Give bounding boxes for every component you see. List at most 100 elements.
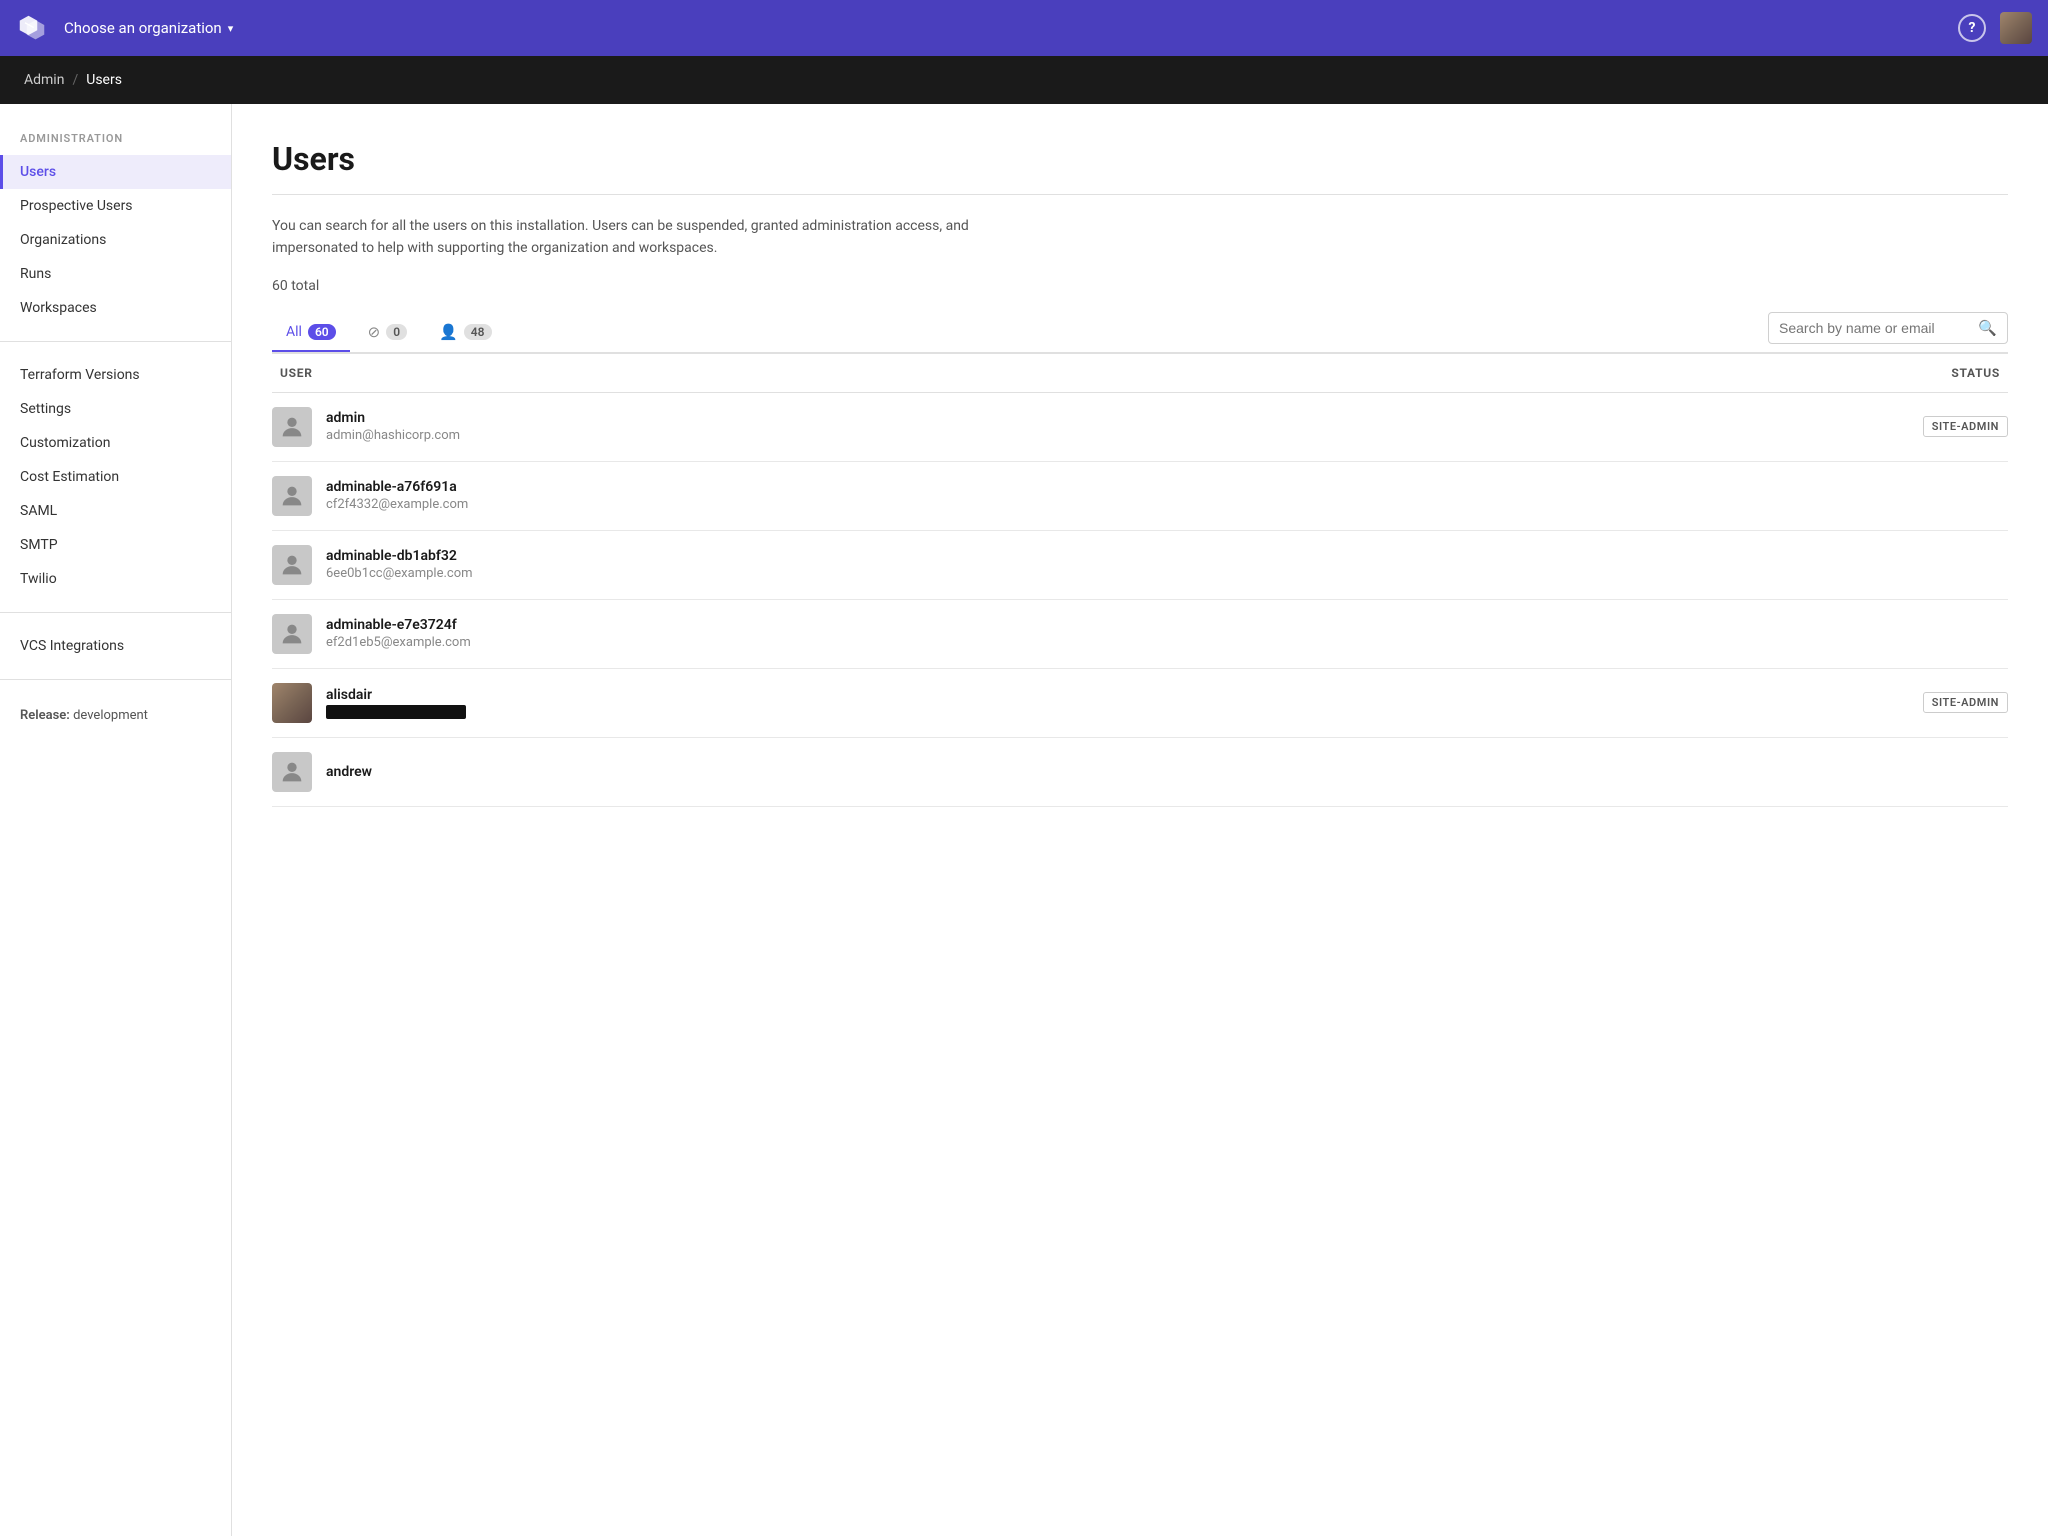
user-avatar bbox=[272, 752, 312, 792]
default-avatar-icon bbox=[278, 413, 306, 441]
total-count: 60 total bbox=[272, 278, 2008, 294]
avatar-image bbox=[2000, 12, 2032, 44]
sidebar-divider-1 bbox=[0, 341, 231, 342]
user-info: adminable-e7e3724f ef2d1eb5@example.com bbox=[272, 614, 1828, 654]
user-name: andrew bbox=[326, 764, 372, 780]
user-details: adminable-a76f691a cf2f4332@example.com bbox=[326, 479, 468, 512]
filter-suspended-badge: 0 bbox=[386, 324, 407, 340]
user-photo bbox=[272, 683, 312, 723]
sidebar-item-vcs-integrations[interactable]: VCS Integrations bbox=[0, 629, 231, 663]
user-name: adminable-db1abf32 bbox=[326, 548, 473, 564]
user-row[interactable]: adminable-a76f691a cf2f4332@example.com bbox=[272, 462, 2008, 531]
sidebar-item-workspaces[interactable]: Workspaces bbox=[0, 291, 231, 325]
org-selector[interactable]: Choose an organization ▾ bbox=[64, 19, 233, 37]
user-row[interactable]: adminable-db1abf32 6ee0b1cc@example.com bbox=[272, 531, 2008, 600]
user-info: andrew bbox=[272, 752, 1828, 792]
sidebar-item-runs[interactable]: Runs bbox=[0, 257, 231, 291]
user-row[interactable]: adminable-e7e3724f ef2d1eb5@example.com bbox=[272, 600, 2008, 669]
sidebar-divider-3 bbox=[0, 679, 231, 680]
user-email: admin@hashicorp.com bbox=[326, 428, 460, 443]
user-email: cf2f4332@example.com bbox=[326, 497, 468, 512]
column-user: User bbox=[272, 366, 1828, 380]
status-badge: SITE-ADMIN bbox=[1923, 692, 2008, 713]
filter-tab-all[interactable]: All 60 bbox=[272, 314, 350, 352]
page-description: You can search for all the users on this… bbox=[272, 215, 1052, 260]
filter-tab-managed[interactable]: 👤 48 bbox=[425, 313, 505, 353]
breadcrumb: Admin / Users bbox=[0, 56, 2048, 104]
default-avatar-icon bbox=[278, 620, 306, 648]
sidebar-item-terraform-versions[interactable]: Terraform Versions bbox=[0, 358, 231, 392]
user-name: alisdair bbox=[326, 687, 466, 703]
search-icon: 🔍 bbox=[1978, 319, 1997, 337]
breadcrumb-users: Users bbox=[86, 72, 122, 88]
user-status: SITE-ADMIN bbox=[1828, 416, 2008, 437]
sidebar-item-saml[interactable]: SAML bbox=[0, 494, 231, 528]
sidebar-item-twilio[interactable]: Twilio bbox=[0, 562, 231, 596]
sidebar-item-customization[interactable]: Customization bbox=[0, 426, 231, 460]
filter-tabs: All 60 ⊘ 0 👤 48 bbox=[272, 313, 506, 351]
user-email: ef2d1eb5@example.com bbox=[326, 635, 471, 650]
top-nav-left: Choose an organization ▾ bbox=[16, 12, 233, 44]
sidebar-item-cost-estimation[interactable]: Cost Estimation bbox=[0, 460, 231, 494]
sidebar-item-settings[interactable]: Settings bbox=[0, 392, 231, 426]
filter-row: All 60 ⊘ 0 👤 48 🔍 bbox=[272, 312, 2008, 354]
user-row[interactable]: admin admin@hashicorp.com SITE-ADMIN bbox=[272, 393, 2008, 462]
main-content: Users You can search for all the users o… bbox=[232, 104, 2048, 1536]
sidebar-item-users[interactable]: Users bbox=[0, 155, 231, 189]
sidebar-section-label: Administration bbox=[0, 132, 231, 155]
main-layout: Administration Users Prospective Users O… bbox=[0, 104, 2048, 1536]
user-row[interactable]: alisdair SITE-ADMIN bbox=[272, 669, 2008, 738]
user-status: SITE-ADMIN bbox=[1828, 692, 2008, 713]
sidebar-release: Release: development bbox=[0, 696, 231, 723]
top-nav-right: ? bbox=[1958, 12, 2032, 44]
help-icon[interactable]: ? bbox=[1958, 14, 1986, 42]
user-details: admin admin@hashicorp.com bbox=[326, 410, 460, 443]
avatar[interactable] bbox=[2000, 12, 2032, 44]
org-selector-label: Choose an organization bbox=[64, 19, 222, 37]
table-header: User Status bbox=[272, 354, 2008, 393]
breadcrumb-admin[interactable]: Admin bbox=[24, 72, 64, 88]
release-label: Release: bbox=[20, 708, 70, 723]
page-divider bbox=[272, 194, 2008, 195]
user-details: alisdair bbox=[326, 687, 466, 719]
default-avatar-icon bbox=[278, 482, 306, 510]
search-input[interactable] bbox=[1779, 320, 1970, 336]
user-name: admin bbox=[326, 410, 460, 426]
sidebar-item-smtp[interactable]: SMTP bbox=[0, 528, 231, 562]
sidebar-item-prospective-users[interactable]: Prospective Users bbox=[0, 189, 231, 223]
filter-managed-badge: 48 bbox=[464, 324, 492, 340]
user-avatar bbox=[272, 407, 312, 447]
user-email: 6ee0b1cc@example.com bbox=[326, 566, 473, 581]
default-avatar-icon bbox=[278, 551, 306, 579]
sidebar-item-organizations[interactable]: Organizations bbox=[0, 223, 231, 257]
user-details: adminable-e7e3724f ef2d1eb5@example.com bbox=[326, 617, 471, 650]
top-nav: Choose an organization ▾ ? bbox=[0, 0, 2048, 56]
user-avatar bbox=[272, 614, 312, 654]
filter-tab-suspended[interactable]: ⊘ 0 bbox=[354, 313, 421, 353]
sidebar: Administration Users Prospective Users O… bbox=[0, 104, 232, 1536]
column-status: Status bbox=[1828, 366, 2008, 380]
managed-icon: 👤 bbox=[439, 323, 458, 341]
terraform-logo[interactable] bbox=[16, 12, 48, 44]
suspended-icon: ⊘ bbox=[368, 323, 381, 341]
user-details: andrew bbox=[326, 764, 372, 780]
user-info: adminable-db1abf32 6ee0b1cc@example.com bbox=[272, 545, 1828, 585]
release-value: development bbox=[73, 708, 148, 723]
status-badge: SITE-ADMIN bbox=[1923, 416, 2008, 437]
search-container[interactable]: 🔍 bbox=[1768, 312, 2008, 344]
chevron-down-icon: ▾ bbox=[228, 22, 234, 35]
redacted-email bbox=[326, 705, 466, 719]
user-name: adminable-e7e3724f bbox=[326, 617, 471, 633]
filter-all-badge: 60 bbox=[308, 324, 336, 340]
user-details: adminable-db1abf32 6ee0b1cc@example.com bbox=[326, 548, 473, 581]
user-avatar bbox=[272, 683, 312, 723]
filter-all-label: All bbox=[286, 324, 302, 340]
user-info: alisdair bbox=[272, 683, 1828, 723]
user-info: adminable-a76f691a cf2f4332@example.com bbox=[272, 476, 1828, 516]
sidebar-divider-2 bbox=[0, 612, 231, 613]
breadcrumb-separator: / bbox=[72, 72, 78, 88]
user-avatar bbox=[272, 545, 312, 585]
user-avatar bbox=[272, 476, 312, 516]
user-row[interactable]: andrew bbox=[272, 738, 2008, 807]
page-title: Users bbox=[272, 140, 2008, 178]
